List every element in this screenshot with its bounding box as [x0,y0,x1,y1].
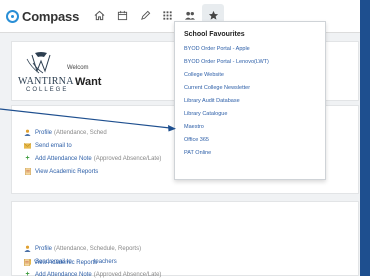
right-edge-border [360,0,370,276]
annotation-arrow [0,108,176,132]
